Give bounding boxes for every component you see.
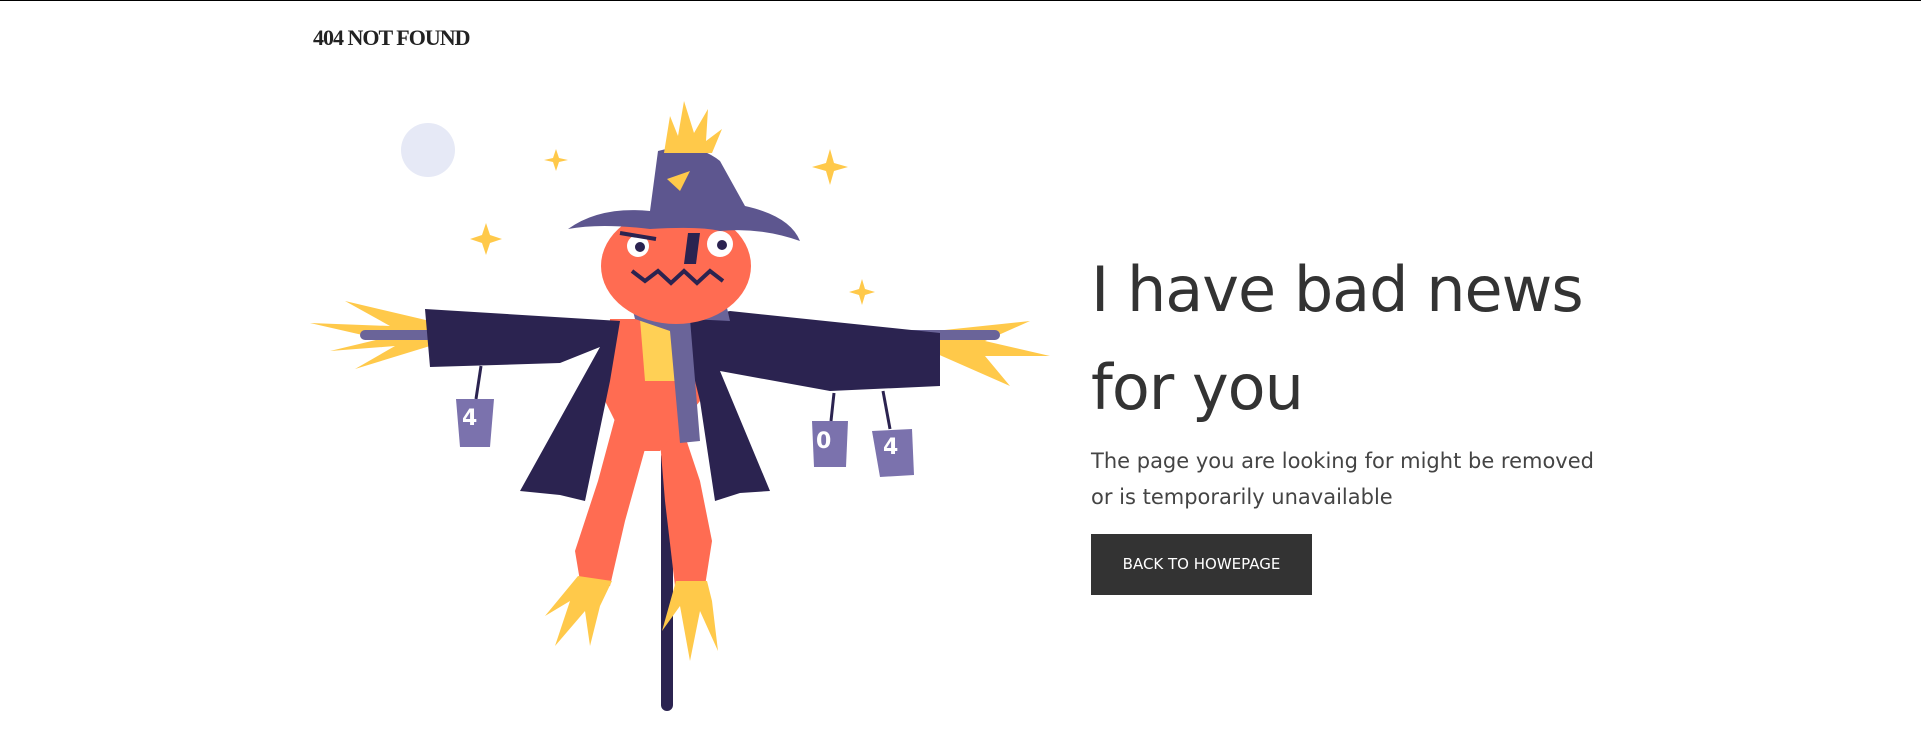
back-to-homepage-button[interactable]: BACK TO HOWEPAGE bbox=[1091, 534, 1312, 595]
scarecrow-illustration: 4 0 4 bbox=[300, 91, 1060, 721]
brand-logo-text[interactable]: 404 NOT FOUND bbox=[313, 25, 470, 51]
can-label-second: 0 bbox=[816, 429, 832, 454]
can-label-third: 4 bbox=[883, 435, 899, 460]
page-headline: I have bad news for you bbox=[1091, 253, 1584, 424]
can-label-first: 4 bbox=[462, 406, 478, 431]
moon-icon bbox=[401, 123, 455, 177]
error-message-panel: I have bad news for you The page you are… bbox=[1091, 241, 1631, 595]
page-subtext: The page you are looking for might be re… bbox=[1091, 449, 1594, 509]
